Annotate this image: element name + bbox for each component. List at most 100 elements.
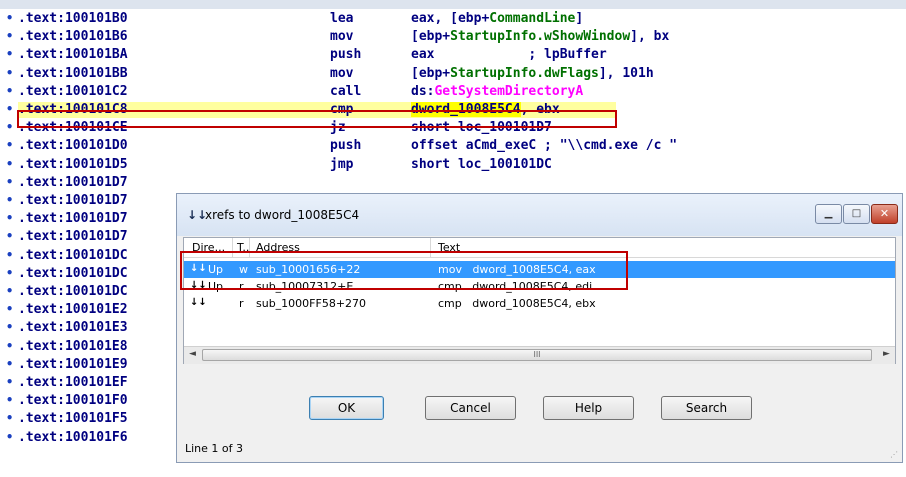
operand-token[interactable]: [ebp+ xyxy=(411,29,450,44)
listing-line[interactable]: • .text:100101CE jz short loc_100101D7 xyxy=(0,120,906,136)
column-header-address[interactable]: Address xyxy=(256,241,300,254)
line-operands[interactable]: ds:GetSystemDirectoryA xyxy=(411,84,583,100)
operand-token[interactable]: short loc_100101D7 xyxy=(411,120,552,135)
resize-grip-icon[interactable]: ⋰ xyxy=(890,450,898,459)
line-mnemonic[interactable]: cmp xyxy=(330,102,353,118)
horizontal-scrollbar[interactable]: ◄ III ► xyxy=(184,346,895,364)
operand-token[interactable]: StartupInfo.wShowWindow xyxy=(450,29,630,44)
operand-token[interactable]: [ebp+ xyxy=(411,66,450,81)
operand-token[interactable]: offset aCmd_exeC xyxy=(411,138,536,153)
line-address[interactable]: .text:100101D5 xyxy=(18,157,128,173)
line-address[interactable]: .text:100101D7 xyxy=(18,229,128,245)
line-address[interactable]: .text:100101D7 xyxy=(18,175,128,191)
listing-line[interactable]: • .text:100101C2 call ds:GetSystemDirectory… xyxy=(0,84,906,100)
operand-token[interactable]: CommandLine xyxy=(489,11,575,26)
close-button[interactable]: ✕ xyxy=(871,204,898,224)
line-address[interactable]: .text:100101F0 xyxy=(18,393,128,409)
listing-line[interactable]: • .text:100101B0 lea eax, [ebp+CommandLine] xyxy=(0,11,906,27)
xrefs-list[interactable]: Dire... T.. Address Text ↓↓ Up w sub_100016… xyxy=(183,237,896,364)
line-address[interactable]: .text:100101B6 xyxy=(18,29,128,45)
line-marker-icon: • xyxy=(6,138,14,153)
operand-token[interactable]: eax, [ebp+ xyxy=(411,11,489,26)
operand-token[interactable]: StartupInfo.dwFlags xyxy=(450,66,599,81)
column-header-type[interactable]: T.. xyxy=(237,241,249,254)
search-button[interactable]: Search xyxy=(661,396,752,420)
line-address[interactable]: .text:100101CE xyxy=(18,120,128,136)
listing-line[interactable]: • .text:100101C8 cmp dword_1008E5C4, ebx xyxy=(6,102,616,118)
column-header-direction[interactable]: Dire... xyxy=(192,241,225,254)
line-address[interactable]: .text:100101F6 xyxy=(18,430,128,446)
line-operands[interactable]: dword_1008E5C4, ebx xyxy=(411,102,560,118)
xref-row[interactable]: ↓↓ Up r sub_10007312+E cmp dword_1008E5C4, e… xyxy=(184,278,895,295)
line-address[interactable]: .text:100101E3 xyxy=(18,320,128,336)
line-marker-icon: • xyxy=(6,375,14,389)
line-address[interactable]: .text:100101F5 xyxy=(18,411,128,427)
line-address[interactable]: .text:100101BA xyxy=(18,47,128,63)
operand-token[interactable]: ] xyxy=(575,11,583,26)
operand-token[interactable]: ds: xyxy=(411,84,434,99)
operand-token[interactable]: dword_1008E5C4 xyxy=(411,102,521,117)
minimize-button[interactable]: ▁ xyxy=(815,204,842,224)
line-mnemonic[interactable]: mov xyxy=(330,66,353,82)
line-operands[interactable]: eax, [ebp+CommandLine] xyxy=(411,11,583,27)
listing-line[interactable]: • .text:100101D0 push offset aCmd_exeC ; "\… xyxy=(0,138,906,154)
line-address[interactable]: .text:100101C8 xyxy=(18,102,128,118)
line-address[interactable]: .text:100101D7 xyxy=(18,211,128,227)
operand-token[interactable]: ], bx xyxy=(630,29,669,44)
line-operands[interactable]: short loc_100101DC xyxy=(411,157,552,173)
operand-token[interactable]: short loc_100101DC xyxy=(411,157,552,172)
listing-line[interactable]: • .text:100101BB mov [ebp+StartupInfo.dwFla… xyxy=(0,66,906,82)
line-mnemonic[interactable]: jz xyxy=(330,120,346,136)
line-operands[interactable]: eax ; lpBuffer xyxy=(411,47,607,63)
xref-row[interactable]: ↓↓ Up w sub_10001656+22 mov dword_1008E5C4, … xyxy=(184,261,895,278)
line-marker-icon: • xyxy=(6,29,14,44)
line-address[interactable]: .text:100101E9 xyxy=(18,357,128,373)
line-address[interactable]: .text:100101DC xyxy=(18,284,128,300)
line-address[interactable]: .text:100101DC xyxy=(18,266,128,282)
line-mnemonic[interactable]: push xyxy=(330,47,361,63)
scroll-thumb[interactable]: III xyxy=(202,349,872,361)
line-marker-icon: • xyxy=(6,102,14,116)
maximize-button[interactable]: □ xyxy=(843,204,870,224)
line-operands[interactable]: offset aCmd_exeC ; "\\cmd.exe /c " xyxy=(411,138,677,154)
line-mnemonic[interactable]: jmp xyxy=(330,157,353,173)
line-address[interactable]: .text:100101BB xyxy=(18,66,128,82)
line-address[interactable]: .text:100101D7 xyxy=(18,193,128,209)
operand-token[interactable]: eax xyxy=(411,47,434,62)
line-operands[interactable]: [ebp+StartupInfo.wShowWindow], bx xyxy=(411,29,669,45)
line-address[interactable]: .text:100101E8 xyxy=(18,339,128,355)
operand-token[interactable]: ], 101h xyxy=(599,66,654,81)
line-address[interactable]: .text:100101E2 xyxy=(18,302,128,318)
line-mnemonic[interactable]: push xyxy=(330,138,361,154)
line-mnemonic[interactable]: call xyxy=(330,84,361,100)
line-mnemonic[interactable]: mov xyxy=(330,29,353,45)
line-address[interactable]: .text:100101B0 xyxy=(18,11,128,27)
xref-row[interactable]: ↓↓ r sub_1000FF58+270 cmp dword_1008E5C4, e… xyxy=(184,295,895,312)
line-mnemonic[interactable]: lea xyxy=(330,11,353,27)
column-header-text[interactable]: Text xyxy=(438,241,460,254)
scroll-left-icon[interactable]: ◄ xyxy=(189,349,196,359)
help-button[interactable]: Help xyxy=(543,396,634,420)
listing-line[interactable]: • .text:100101BA push eax ; lpBuffer xyxy=(0,47,906,63)
listing-line[interactable]: • .text:100101B6 mov [ebp+StartupInfo.wShow… xyxy=(0,29,906,45)
line-address[interactable]: .text:100101DC xyxy=(18,248,128,264)
xref-text: cmp dword_1008E5C4, edi xyxy=(438,280,593,293)
xref-text: mov dword_1008E5C4, eax xyxy=(438,263,596,276)
line-address[interactable]: .text:100101D0 xyxy=(18,138,128,154)
listing-line[interactable]: • .text:100101D5 jmp short loc_100101DC xyxy=(0,157,906,173)
operand-token[interactable]: , ebx xyxy=(521,102,560,117)
line-operands[interactable]: [ebp+StartupInfo.dwFlags], 101h xyxy=(411,66,654,82)
scroll-right-icon[interactable]: ► xyxy=(883,349,890,359)
line-address[interactable]: .text:100101C2 xyxy=(18,84,128,100)
line-marker-icon: • xyxy=(6,356,14,371)
line-address[interactable]: .text:100101EF xyxy=(18,375,128,391)
line-marker-icon: • xyxy=(6,47,14,62)
ok-button[interactable]: OK xyxy=(309,396,384,420)
line-operands[interactable]: short loc_100101D7 xyxy=(411,120,552,136)
cancel-button[interactable]: Cancel xyxy=(425,396,516,420)
operand-token[interactable]: GetSystemDirectoryA xyxy=(434,84,583,99)
dialog-title-bar[interactable]: ↓↓ xrefs to dword_1008E5C4 ▁ □ ✕ xyxy=(177,194,902,236)
listing-line[interactable]: • .text:100101D7 xyxy=(0,175,906,191)
line-marker-icon: • xyxy=(6,265,14,280)
line-marker-icon: • xyxy=(6,120,14,135)
